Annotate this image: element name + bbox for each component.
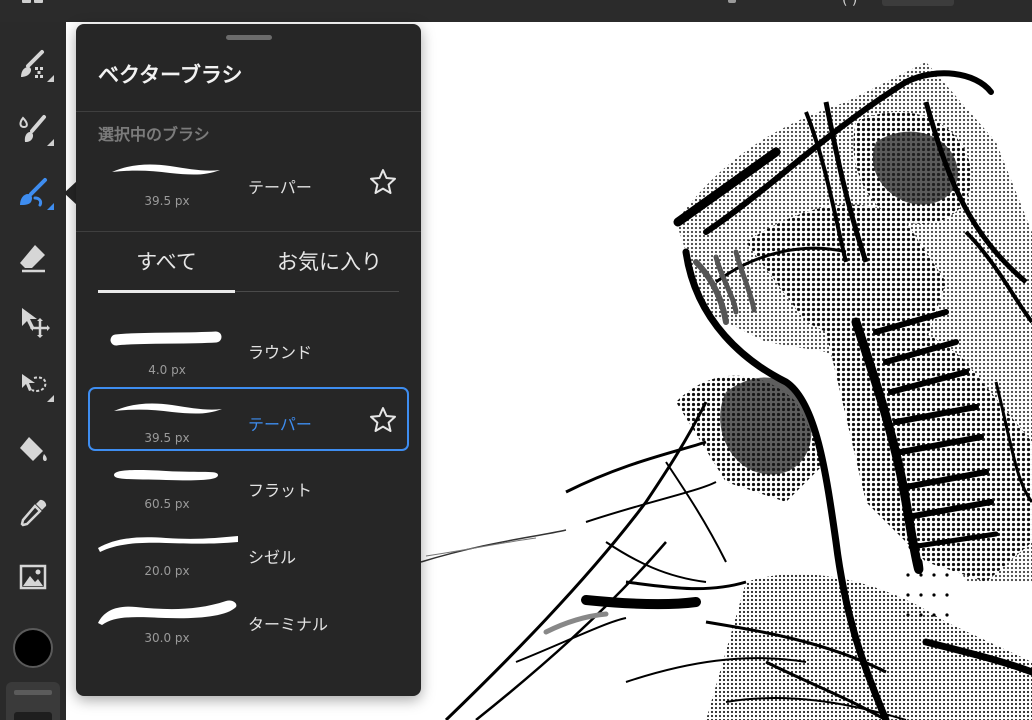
pixel-brush-tool[interactable] — [10, 42, 56, 88]
tool-bar — [0, 22, 66, 720]
current-brush-name: テーパー — [248, 178, 312, 197]
panel-drag-handle[interactable] — [226, 35, 272, 40]
tab-track — [235, 291, 399, 292]
taper-stroke-preview — [112, 164, 220, 175]
top-bar: ( ) — [0, 0, 1032, 22]
current-brush[interactable]: 39.5 px テーパー — [76, 152, 421, 214]
eraser-tool[interactable] — [10, 234, 56, 280]
favorite-star-icon[interactable] — [368, 167, 398, 197]
eyedropper-icon — [20, 499, 47, 527]
brush-name: フラット — [248, 481, 313, 500]
current-brush-section-label: 選択中のブラシ — [98, 125, 210, 144]
brush-item-chisel[interactable]: 20.0 px シゼル — [88, 522, 409, 586]
tab-all[interactable]: すべて — [98, 246, 235, 292]
brush-tabs: すべて お気に入り — [98, 246, 399, 292]
eraser-icon — [20, 245, 45, 273]
live-brush-tool[interactable] — [10, 106, 56, 152]
lasso-tool[interactable] — [10, 362, 56, 408]
round-stroke-preview — [110, 331, 222, 346]
transform-icon — [22, 308, 50, 338]
fill-tool[interactable] — [10, 426, 56, 472]
top-bar-paren-text: ( ) — [842, 0, 858, 8]
terminal-stroke-preview — [98, 600, 237, 625]
brush-size: 4.0 px — [148, 363, 186, 377]
image-tool[interactable] — [10, 554, 56, 600]
divider — [76, 231, 421, 232]
brush-size: 20.0 px — [144, 564, 190, 578]
taper-stroke-preview — [114, 403, 222, 414]
tab-favorites[interactable]: お気に入り — [258, 246, 401, 292]
chisel-stroke-preview — [98, 536, 238, 552]
brush-item-round[interactable]: 4.0 px ラウンド — [88, 319, 409, 383]
brush-size: 39.5 px — [144, 431, 190, 445]
vector-brush-panel: ベクターブラシ 選択中のブラシ 39.5 px テーパー すべて お気に入り 4… — [76, 24, 421, 696]
brush-item-flat[interactable]: 60.5 px フラット — [88, 455, 409, 519]
tab-active-indicator — [98, 290, 235, 293]
favorite-star-icon[interactable] — [368, 405, 398, 435]
brush-size: 30.0 px — [144, 631, 190, 645]
brush-item-taper[interactable]: 39.5 px テーパー — [88, 387, 409, 451]
home-icon[interactable] — [22, 0, 44, 4]
pixel-brush-icon — [21, 50, 44, 78]
top-bar-indicator — [728, 0, 736, 3]
live-brush-icon — [19, 115, 46, 142]
fill-bucket-icon — [20, 437, 47, 461]
flat-stroke-preview — [114, 470, 218, 481]
brush-size: 60.5 px — [144, 497, 190, 511]
transform-tool[interactable] — [10, 298, 56, 344]
vector-brush-icon — [20, 178, 47, 207]
brush-name: ターミナル — [248, 615, 329, 634]
lasso-icon — [22, 374, 47, 392]
top-bar-button[interactable] — [882, 0, 954, 6]
divider — [76, 111, 421, 112]
brush-item-terminal[interactable]: 30.0 px ターミナル — [88, 589, 409, 653]
color-swatch[interactable] — [13, 628, 53, 668]
layers-button[interactable] — [6, 682, 60, 720]
brush-name: ラウンド — [248, 343, 313, 362]
vector-brush-tool[interactable] — [10, 170, 56, 216]
brush-name: シゼル — [248, 548, 297, 567]
eyedropper-tool[interactable] — [10, 490, 56, 536]
brush-name: テーパー — [248, 415, 312, 434]
panel-title: ベクターブラシ — [98, 63, 243, 87]
image-icon — [19, 564, 47, 590]
current-brush-size: 39.5 px — [144, 194, 190, 208]
